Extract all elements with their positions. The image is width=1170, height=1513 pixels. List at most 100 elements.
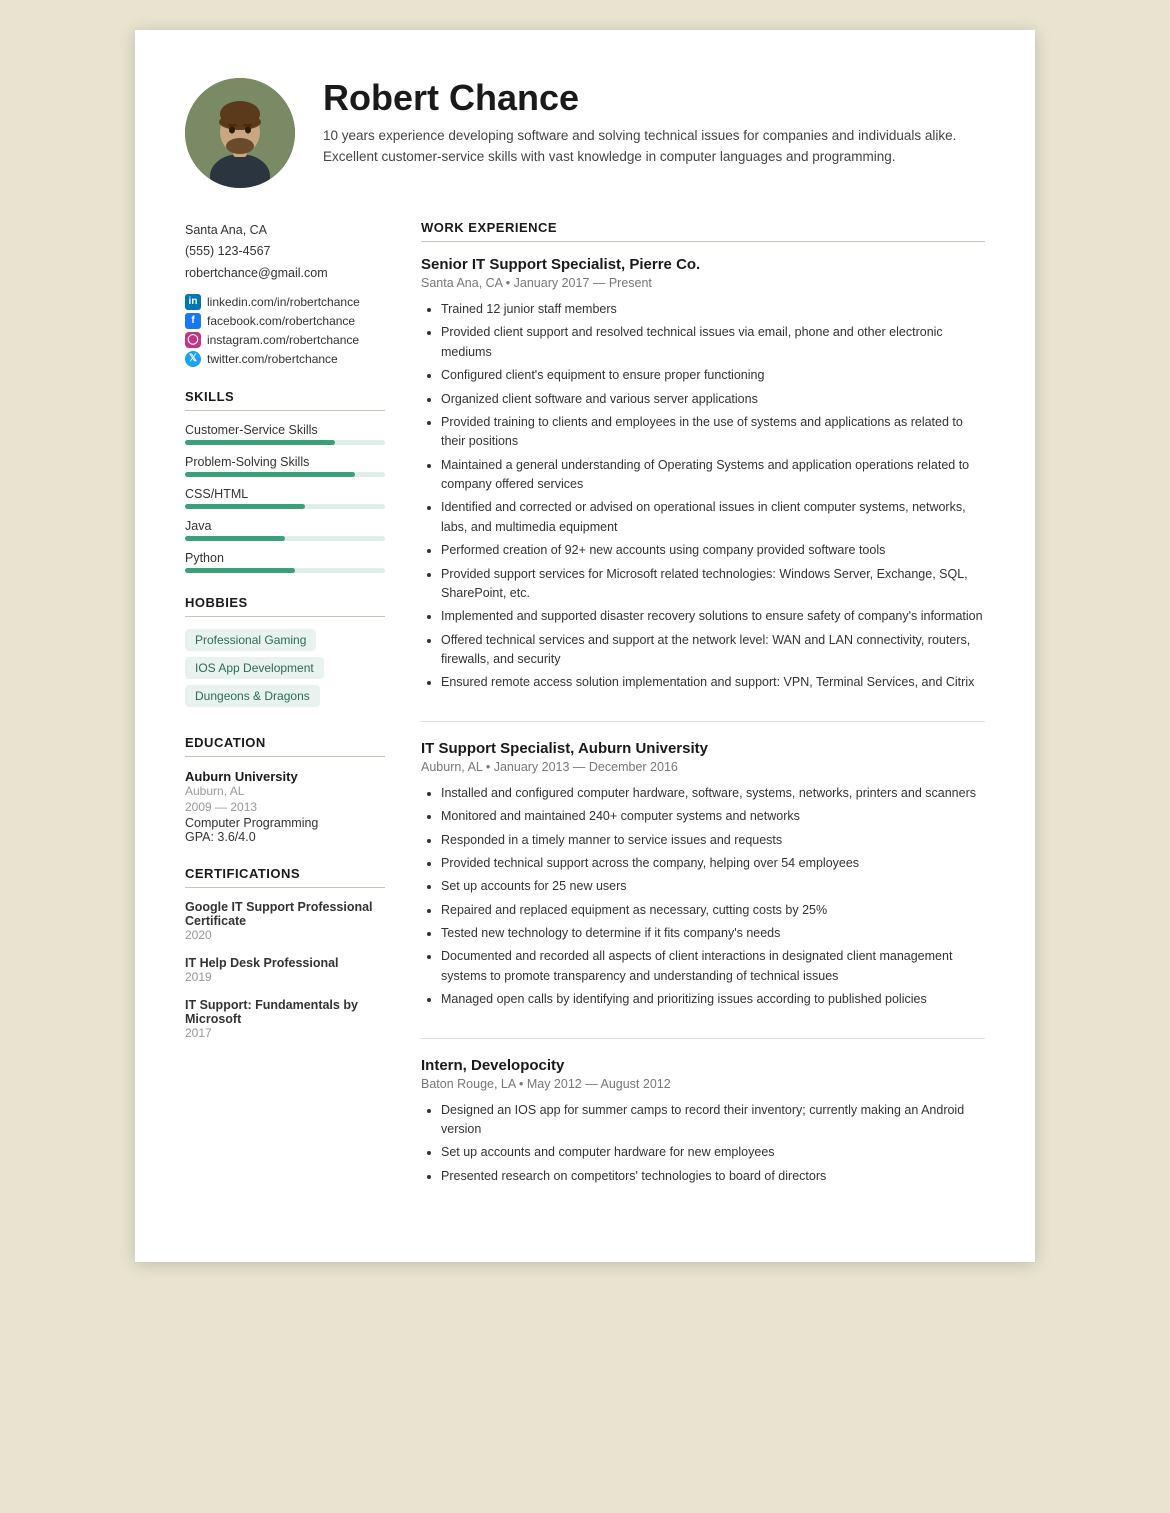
job-bullet: Provided technical support across the co… [441, 854, 985, 873]
instagram-icon: ◯ [185, 332, 201, 348]
job-bullet: Offered technical services and support a… [441, 631, 985, 670]
job-bullet: Identified and corrected or advised on o… [441, 498, 985, 537]
job-divider [421, 721, 985, 722]
education-section: EDUCATION Auburn University Auburn, AL 2… [185, 735, 385, 844]
social-facebook: f facebook.com/robertchance [185, 313, 385, 329]
jobs-list: Senior IT Support Specialist, Pierre Co.… [421, 256, 985, 1186]
job-title: Senior IT Support Specialist, Pierre Co. [421, 256, 985, 273]
social-twitter: 𝕏 twitter.com/robertchance [185, 351, 385, 367]
social-instagram: ◯ instagram.com/robertchance [185, 332, 385, 348]
job-bullet: Performed creation of 92+ new accounts u… [441, 541, 985, 560]
job-bullet: Repaired and replaced equipment as neces… [441, 901, 985, 920]
certification-item: IT Help Desk Professional 2019 [185, 956, 385, 984]
work-experience-section: WORK EXPERIENCE Senior IT Support Specia… [421, 220, 985, 1186]
job-bullet: Configured client's equipment to ensure … [441, 366, 985, 385]
job-meta: Santa Ana, CA • January 2017 — Present [421, 276, 985, 290]
instagram-url: instagram.com/robertchance [207, 333, 359, 347]
skill-bar-fill [185, 504, 305, 509]
job-meta: Baton Rouge, LA • May 2012 — August 2012 [421, 1077, 985, 1091]
job-bullet: Provided training to clients and employe… [441, 413, 985, 452]
edu-field: Computer Programming [185, 816, 385, 830]
edu-gpa: GPA: 3.6/4.0 [185, 830, 385, 844]
skill-item: Python [185, 551, 385, 573]
avatar [185, 78, 295, 188]
skills-section: SKILLS Customer-Service Skills Problem-S… [185, 389, 385, 573]
skill-name: Problem-Solving Skills [185, 455, 385, 469]
skill-bar-bg [185, 504, 385, 509]
skill-bar-bg [185, 472, 385, 477]
job-bullet: Maintained a general understanding of Op… [441, 456, 985, 495]
job-item: Senior IT Support Specialist, Pierre Co.… [421, 256, 985, 693]
facebook-url: facebook.com/robertchance [207, 314, 355, 328]
contact-section: Santa Ana, CA (555) 123-4567 robertchanc… [185, 220, 385, 367]
job-title: IT Support Specialist, Auburn University [421, 740, 985, 757]
certification-item: Google IT Support Professional Certifica… [185, 900, 385, 942]
skills-title: SKILLS [185, 389, 385, 411]
work-experience-title: WORK EXPERIENCE [421, 220, 985, 242]
job-bullet: Managed open calls by identifying and pr… [441, 990, 985, 1009]
header-section: Robert Chance 10 years experience develo… [185, 78, 985, 188]
job-bullet: Trained 12 junior staff members [441, 300, 985, 319]
job-bullet: Designed an IOS app for summer camps to … [441, 1101, 985, 1140]
skill-name: Java [185, 519, 385, 533]
skill-name: Customer-Service Skills [185, 423, 385, 437]
cert-name: IT Support: Fundamentals by Microsoft [185, 998, 385, 1026]
hobbies-section: HOBBIES Professional Gaming IOS App Devel… [185, 595, 385, 713]
job-bullet: Set up accounts and computer hardware fo… [441, 1143, 985, 1162]
edu-location: Auburn, AL [185, 784, 385, 798]
education-title: EDUCATION [185, 735, 385, 757]
certifications-section: CERTIFICATIONS Google IT Support Profess… [185, 866, 385, 1040]
contact-email: robertchance@gmail.com [185, 263, 385, 284]
job-bullet: Installed and configured computer hardwa… [441, 784, 985, 803]
linkedin-url: linkedin.com/in/robertchance [207, 295, 360, 309]
left-column: Santa Ana, CA (555) 123-4567 robertchanc… [185, 220, 385, 1214]
cert-year: 2019 [185, 970, 385, 984]
candidate-summary: 10 years experience developing software … [323, 126, 985, 168]
cert-name: IT Help Desk Professional [185, 956, 385, 970]
job-bullets: Designed an IOS app for summer camps to … [421, 1101, 985, 1187]
resume-page: Robert Chance 10 years experience develo… [135, 30, 1035, 1262]
job-item: Intern, Developocity Baton Rouge, LA • Ma… [421, 1057, 985, 1187]
skills-list: Customer-Service Skills Problem-Solving … [185, 423, 385, 573]
job-bullet: Monitored and maintained 240+ computer s… [441, 807, 985, 826]
skill-bar-bg [185, 568, 385, 573]
certifications-list: Google IT Support Professional Certifica… [185, 900, 385, 1040]
edu-years: 2009 — 2013 [185, 800, 385, 814]
certifications-title: CERTIFICATIONS [185, 866, 385, 888]
hobby-tag: Professional Gaming [185, 629, 316, 651]
contact-phone: (555) 123-4567 [185, 241, 385, 262]
job-title: Intern, Developocity [421, 1057, 985, 1074]
skill-item: Customer-Service Skills [185, 423, 385, 445]
twitter-url: twitter.com/robertchance [207, 352, 338, 366]
contact-location: Santa Ana, CA [185, 220, 385, 241]
job-bullets: Trained 12 junior staff members Provided … [421, 300, 985, 693]
job-bullet: Set up accounts for 25 new users [441, 877, 985, 896]
skill-item: Java [185, 519, 385, 541]
skill-name: Python [185, 551, 385, 565]
job-meta: Auburn, AL • January 2013 — December 201… [421, 760, 985, 774]
job-item: IT Support Specialist, Auburn University… [421, 740, 985, 1010]
twitter-icon: 𝕏 [185, 351, 201, 367]
body-layout: Santa Ana, CA (555) 123-4567 robertchanc… [185, 220, 985, 1214]
education-item: Auburn University Auburn, AL 2009 — 2013… [185, 769, 385, 844]
skill-bar-bg [185, 536, 385, 541]
job-bullet: Organized client software and various se… [441, 390, 985, 409]
header-text: Robert Chance 10 years experience develo… [323, 78, 985, 167]
hobby-tag: Dungeons & Dragons [185, 685, 320, 707]
hobbies-list: Professional Gaming IOS App Development Du… [185, 629, 385, 713]
skill-bar-fill [185, 568, 295, 573]
skill-bar-fill [185, 536, 285, 541]
skill-item: CSS/HTML [185, 487, 385, 509]
right-column: WORK EXPERIENCE Senior IT Support Specia… [421, 220, 985, 1214]
hobbies-title: HOBBIES [185, 595, 385, 617]
social-linkedin: in linkedin.com/in/robertchance [185, 294, 385, 310]
cert-name: Google IT Support Professional Certifica… [185, 900, 385, 928]
job-bullet: Provided support services for Microsoft … [441, 565, 985, 604]
job-divider [421, 1038, 985, 1039]
job-bullet: Ensured remote access solution implement… [441, 673, 985, 692]
hobby-tag: IOS App Development [185, 657, 324, 679]
skill-bar-fill [185, 472, 355, 477]
candidate-name: Robert Chance [323, 78, 985, 118]
cert-year: 2017 [185, 1026, 385, 1040]
job-bullet: Implemented and supported disaster recov… [441, 607, 985, 626]
